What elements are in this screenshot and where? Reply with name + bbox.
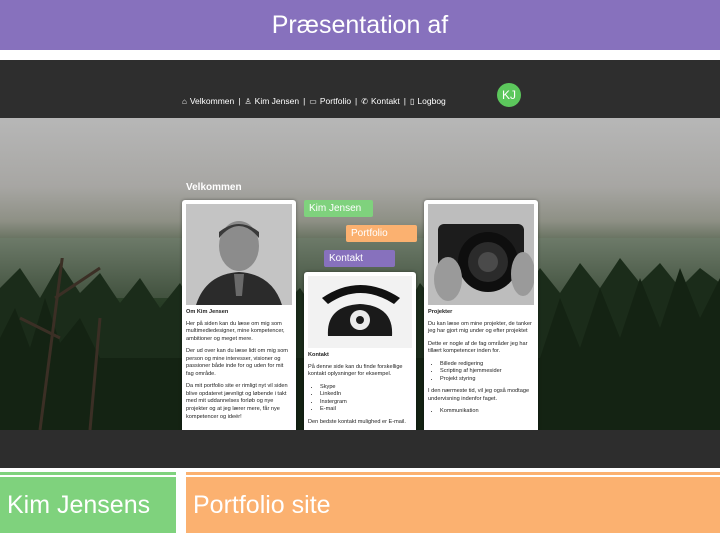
phone-icon: ✆ <box>361 96 368 106</box>
card-about: Om Kim Jensen Her på siden kan du læse o… <box>182 200 296 430</box>
card-projects-heading: Projekter <box>428 309 453 315</box>
divider <box>186 472 720 475</box>
footer-name: Kim Jensens <box>0 477 176 533</box>
footer-subtitle: Portfolio site <box>186 477 720 533</box>
card-about-paragraph: Da mit portfolio site er rimligt nyt vil… <box>186 383 288 420</box>
list-item: Projekt styring <box>440 376 534 384</box>
website-screenshot: ⌂ Velkommen | ♙ Kim Jensen | ▭ Portfolio | … <box>0 60 720 468</box>
divider <box>0 472 176 475</box>
briefcase-icon: ▭ <box>309 96 317 106</box>
section-title: Velkommen <box>186 182 242 193</box>
hero-background: Velkommen Om Kim Jensen Her på siden kan… <box>0 118 720 430</box>
list-item: E-mail <box>320 406 412 414</box>
kj-logo[interactable]: KJ <box>497 83 521 107</box>
contact-list: Skype LinkedIn Instergram E-mail <box>308 384 412 414</box>
list-item: Kommunikation <box>440 408 534 416</box>
card-contact-text: Kontakt På denne side kan du finde forsk… <box>304 352 416 426</box>
nav-separator: | <box>303 96 306 106</box>
camera-photo <box>428 204 534 305</box>
list-item: LinkedIn <box>320 391 412 399</box>
user-icon: ♙ <box>244 96 252 106</box>
card-about-paragraph: Her på siden kan du læse om mig som mult… <box>186 320 285 342</box>
card-projects-paragraph: Dette er nogle af de fag områder jeg har… <box>428 340 528 355</box>
card-about-text: Om Kim Jensen Her på siden kan du læse o… <box>182 309 296 421</box>
list-item: Instergram <box>320 399 412 407</box>
card-projects-text: Projekter Du kan læse om mine projekter,… <box>424 309 538 416</box>
card-about-heading: Om Kim Jensen <box>186 309 229 315</box>
slide-title: Præsentation af <box>0 0 720 50</box>
nav-separator: | <box>238 96 241 106</box>
card-projects: Projekter Du kan læse om mine projekter,… <box>424 200 538 430</box>
card-about-paragraph: Der ud over kan du læse lidt om mig som … <box>186 348 288 377</box>
profile-photo <box>186 204 292 305</box>
nav-item-portfolio[interactable]: ▭ Portfolio <box>309 96 351 106</box>
nav-item-kontakt[interactable]: ✆ Kontakt <box>361 96 400 106</box>
nav-item-velkommen[interactable]: ⌂ Velkommen <box>182 96 234 106</box>
upcoming-list: Kommunikation <box>428 408 534 416</box>
nav-links: ⌂ Velkommen | ♙ Kim Jensen | ▭ Portfolio | … <box>182 96 446 106</box>
tag-kontakt[interactable]: Kontakt <box>324 250 395 267</box>
list-item: Billede redigering <box>440 361 534 369</box>
card-projects-paragraph: Du kan læse om mine projekter, de tanker… <box>428 320 532 335</box>
list-item: Scripting af hjemmesider <box>440 368 534 376</box>
skills-list: Billede redigering Scripting af hjemmesi… <box>428 361 534 384</box>
card-contact: Kontakt På denne side kan du finde forsk… <box>304 272 416 430</box>
nav-separator: | <box>355 96 358 106</box>
card-projects-paragraph: I den nærmeste tid, vil jeg også modtage… <box>428 388 530 402</box>
card-contact-paragraph: Den bedste kontakt mulighed er E-mail. <box>308 418 406 425</box>
nav-item-logbog[interactable]: ▯ Logbog <box>410 96 446 106</box>
site-navbar: ⌂ Velkommen | ♙ Kim Jensen | ▭ Portfolio | … <box>0 60 720 118</box>
home-icon: ⌂ <box>182 96 187 106</box>
list-item: Skype <box>320 384 412 392</box>
card-contact-heading: Kontakt <box>308 352 329 358</box>
telephone-photo <box>308 276 412 348</box>
tag-portfolio[interactable]: Portfolio <box>346 225 417 242</box>
nav-item-kim-jensen[interactable]: ♙ Kim Jensen <box>244 96 299 106</box>
tag-kim-jensen[interactable]: Kim Jensen <box>304 200 373 217</box>
book-icon: ▯ <box>410 96 415 106</box>
card-contact-paragraph: På denne side kan du finde forskellige k… <box>308 363 403 378</box>
nav-separator: | <box>403 96 407 106</box>
